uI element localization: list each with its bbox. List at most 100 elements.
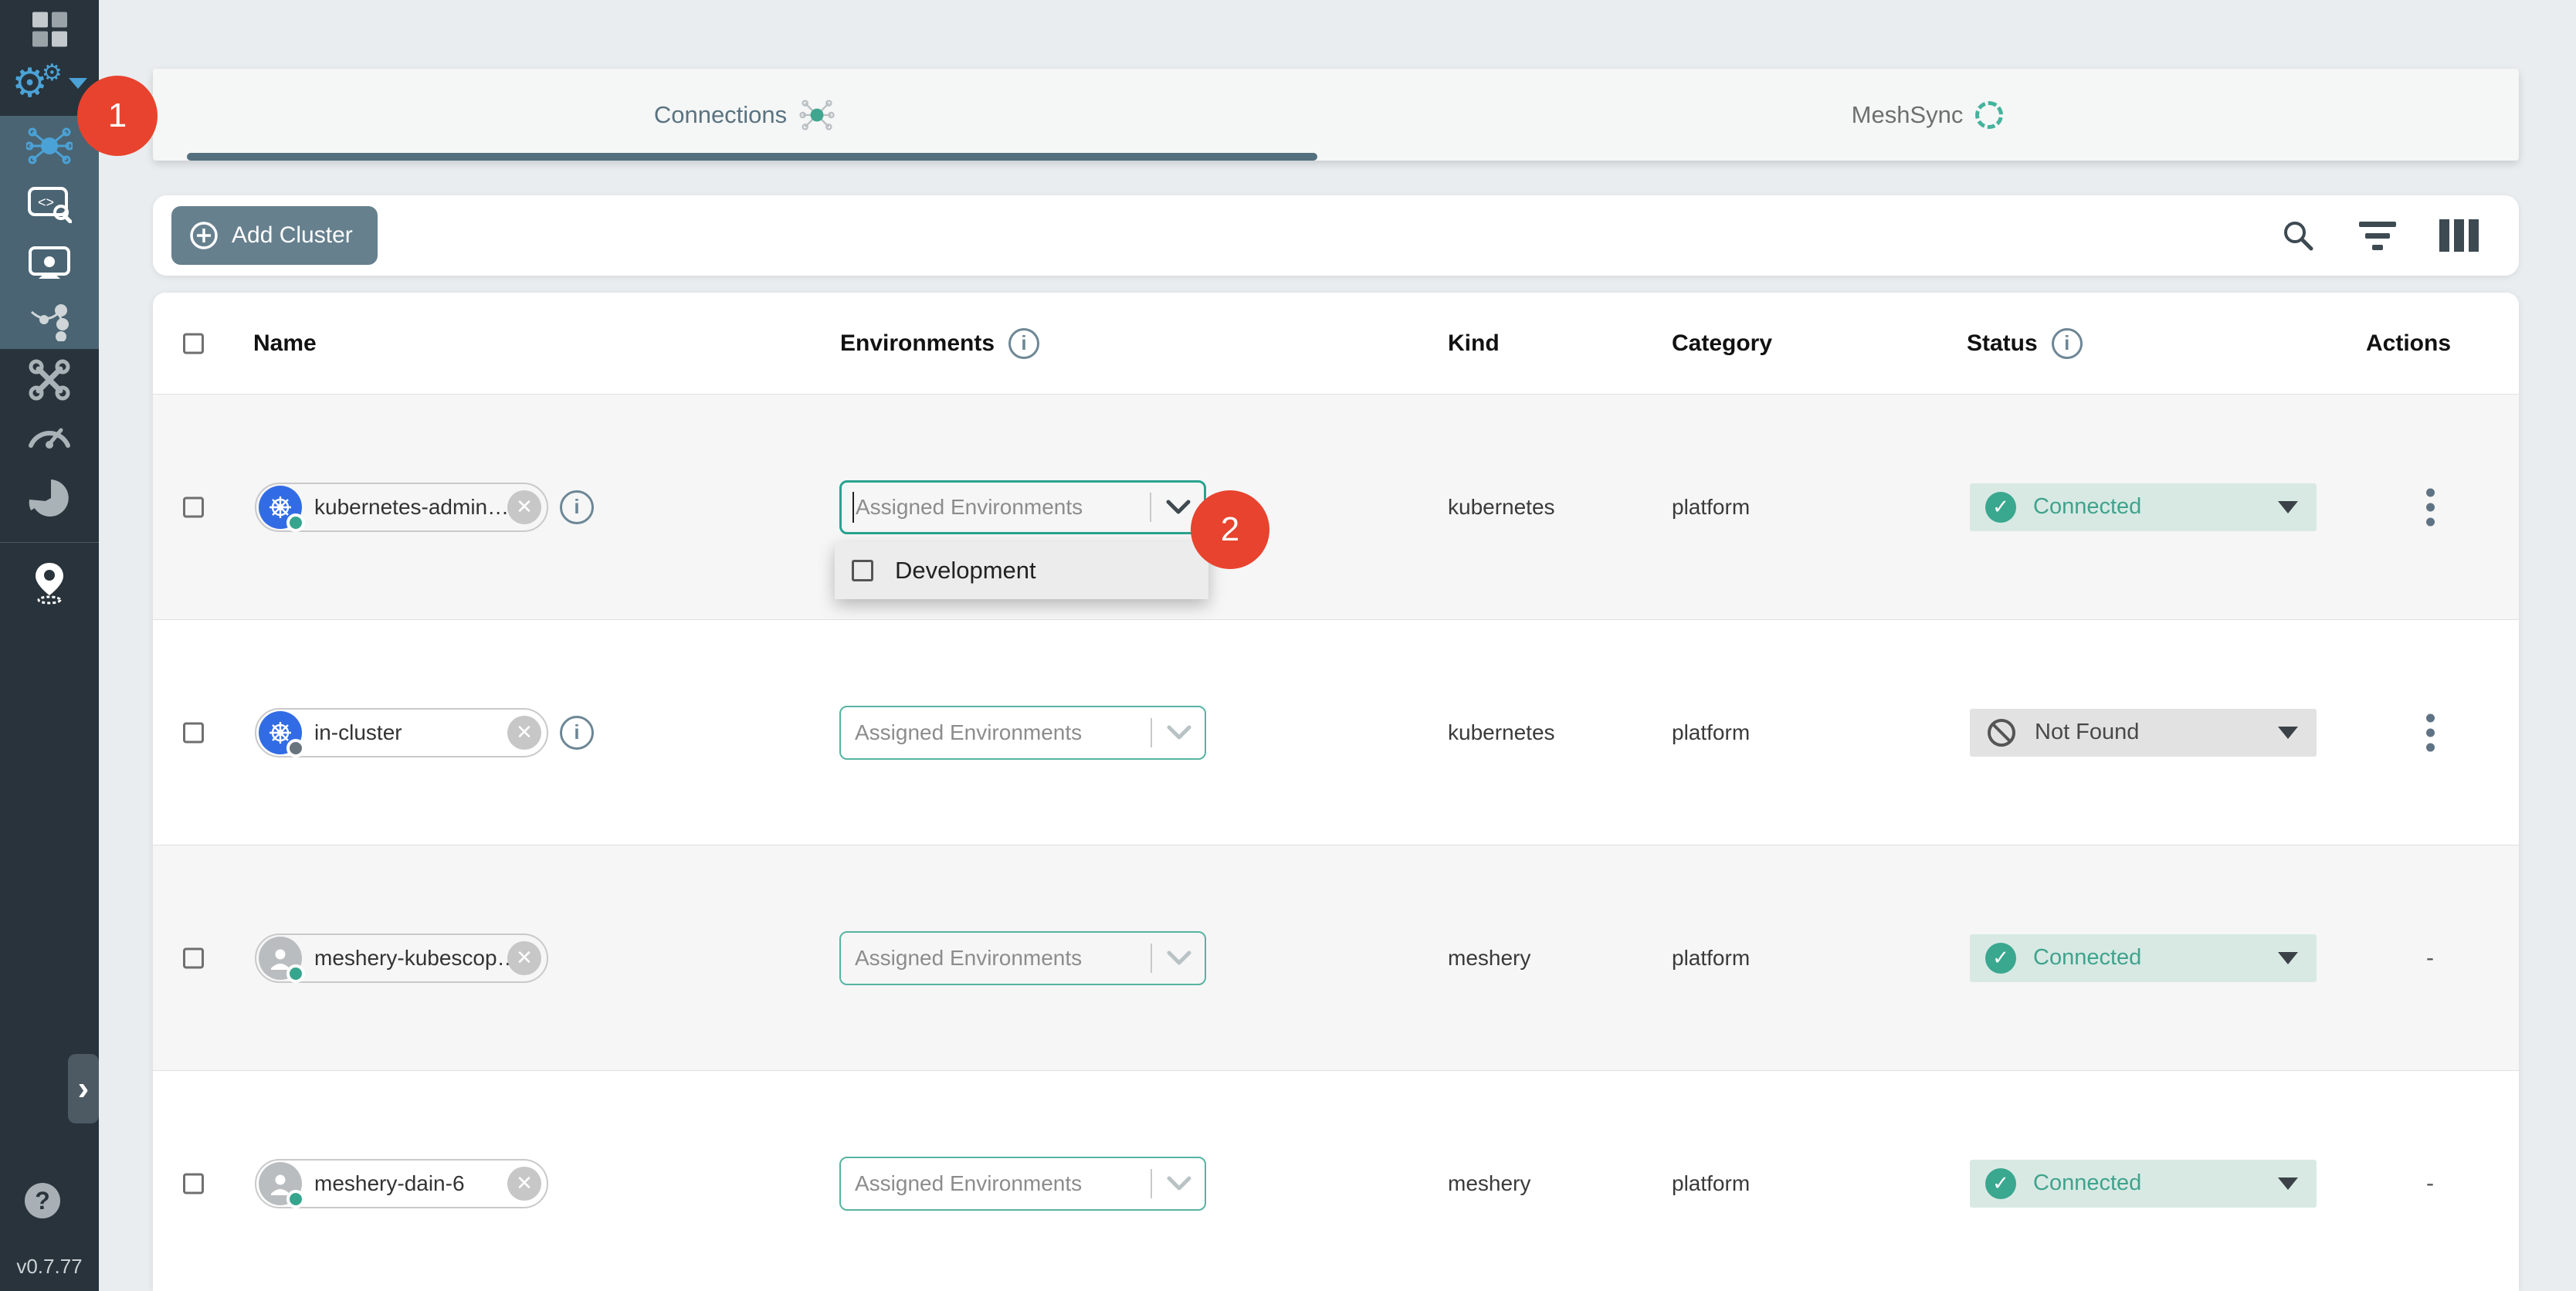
environments-select[interactable]: Assigned Environments	[839, 480, 1206, 534]
check-circle-icon: ✓	[1985, 1168, 2016, 1199]
caret-down-icon	[2278, 1177, 2298, 1190]
chevron-right-icon: ›	[78, 1069, 90, 1108]
info-icon[interactable]: i	[1008, 328, 1039, 359]
category-cell: platform	[1672, 495, 1750, 520]
remove-connection-button[interactable]: ✕	[507, 490, 541, 524]
status-select[interactable]: ✓ Connected	[1970, 1160, 2317, 1208]
sidebar-item-adapters[interactable]: <>	[0, 186, 99, 223]
add-cluster-label: Add Cluster	[232, 222, 353, 249]
map-pin-icon	[31, 561, 68, 605]
row-actions-menu-button[interactable]	[2422, 483, 2439, 530]
status-label: Connected	[2033, 945, 2141, 971]
connections-mesh-icon	[26, 123, 73, 169]
close-icon: ✕	[516, 720, 533, 744]
filter-icon[interactable]	[2359, 222, 2396, 250]
app-version: v0.7.77	[0, 1255, 99, 1279]
sidebar-item-location[interactable]	[0, 561, 99, 605]
dashboard-icon[interactable]	[0, 12, 99, 47]
connection-chip[interactable]: meshery-dain-6 ✕	[255, 1159, 548, 1208]
status-label: Not Found	[2035, 720, 2139, 745]
category-cell: platform	[1672, 1171, 1750, 1196]
table-row: meshery-dain-6 ✕ Assigned Environments m…	[153, 1071, 2519, 1291]
chevron-down-icon[interactable]	[1165, 499, 1191, 516]
sidebar: ⚙ ⚙ <>	[0, 0, 99, 1291]
status-select[interactable]: ✓ Connected	[1970, 934, 2317, 982]
connection-name: meshery-dain-6	[314, 1171, 465, 1196]
table-row: in-cluster ✕ i Assigned Environments kub…	[153, 620, 2519, 845]
remove-connection-button[interactable]: ✕	[507, 1167, 541, 1201]
mesh-icon	[799, 97, 835, 133]
status-dot	[286, 513, 305, 532]
tab-meshsync[interactable]: MeshSync	[1336, 69, 2519, 161]
status-label: Connected	[2033, 494, 2141, 520]
question-mark-icon: ?	[35, 1187, 50, 1215]
not-found-icon	[1985, 717, 2018, 749]
connection-chip[interactable]: meshery-kubescop… ✕	[255, 934, 548, 983]
help-button[interactable]: ?	[25, 1183, 60, 1218]
kind-cell: meshery	[1448, 946, 1530, 971]
environments-select[interactable]: Assigned Environments	[839, 706, 1206, 760]
close-icon: ✕	[516, 495, 533, 519]
chevron-down-icon[interactable]	[1166, 950, 1192, 967]
status-select[interactable]: Not Found	[1970, 709, 2317, 757]
chevron-down-icon	[69, 78, 87, 89]
status-label: Connected	[2033, 1171, 2141, 1196]
search-icon[interactable]	[2280, 218, 2316, 253]
toolbar-icons	[2280, 195, 2479, 276]
user-avatar-icon	[259, 937, 302, 980]
info-icon[interactable]: i	[2052, 328, 2083, 359]
sidebar-item-service-mesh[interactable]	[0, 301, 99, 341]
environments-select[interactable]: Assigned Environments	[839, 931, 1206, 985]
connection-info-icon[interactable]: i	[560, 490, 594, 524]
header-status: Status i	[1967, 328, 2083, 359]
tab-connections[interactable]: Connections	[153, 69, 1336, 161]
kind-cell: kubernetes	[1448, 495, 1555, 520]
branch-nodes-icon	[27, 301, 72, 341]
view-columns-icon[interactable]	[2439, 219, 2479, 252]
check-circle-icon: ✓	[1985, 492, 2016, 523]
table-header-row: Name Environments i Kind Category Status…	[153, 293, 2519, 395]
remove-connection-button[interactable]: ✕	[507, 941, 541, 975]
row-actions-menu-button[interactable]	[2422, 709, 2439, 756]
tab-bar: Connections MeshSync	[153, 69, 2519, 161]
close-icon: ✕	[516, 1171, 533, 1195]
connection-chip[interactable]: kubernetes-admin… ✕	[255, 483, 548, 532]
header-environments: Environments i	[840, 328, 1039, 359]
check-circle-icon: ✓	[1985, 943, 2016, 974]
environments-placeholder: Assigned Environments	[855, 946, 1082, 971]
environments-placeholder: Assigned Environments	[856, 495, 1083, 520]
tab-connections-label: Connections	[654, 101, 787, 129]
sidebar-item-performance[interactable]	[0, 421, 99, 449]
environments-dropdown-menu: Development	[835, 542, 1208, 599]
row-checkbox[interactable]	[183, 947, 204, 968]
svg-text:<>: <>	[38, 195, 54, 210]
add-cluster-button[interactable]: Add Cluster	[171, 206, 378, 265]
sidebar-item-configuration[interactable]	[0, 358, 99, 402]
annotation-badge-2: 2	[1191, 490, 1269, 569]
select-all-checkbox[interactable]	[183, 333, 204, 354]
status-select[interactable]: ✓ Connected	[1970, 483, 2317, 531]
sidebar-divider	[0, 542, 99, 543]
sidebar-item-workspaces[interactable]	[0, 245, 99, 282]
speedometer-icon	[27, 421, 72, 449]
screen-user-icon	[27, 245, 72, 282]
row-checkbox[interactable]	[183, 496, 204, 517]
remove-connection-button[interactable]: ✕	[507, 716, 541, 750]
connection-info-icon[interactable]: i	[560, 716, 594, 750]
chevron-down-icon[interactable]	[1166, 1175, 1192, 1192]
row-checkbox[interactable]	[183, 1173, 204, 1194]
sidebar-item-extensions[interactable]	[0, 478, 99, 518]
status-dot	[286, 739, 305, 757]
environments-select[interactable]: Assigned Environments	[839, 1157, 1206, 1211]
plus-circle-icon	[188, 220, 219, 251]
connection-chip[interactable]: in-cluster ✕	[255, 708, 548, 757]
kind-cell: meshery	[1448, 1171, 1530, 1196]
active-tab-indicator	[187, 153, 1317, 161]
option-checkbox[interactable]	[852, 560, 873, 581]
no-actions-placeholder: -	[2426, 945, 2434, 971]
dropdown-option-development[interactable]: Development	[895, 557, 1036, 585]
row-checkbox[interactable]	[183, 722, 204, 743]
sidebar-expand-button[interactable]: ›	[68, 1054, 99, 1123]
chevron-down-icon[interactable]	[1166, 724, 1192, 741]
header-actions: Actions	[2366, 330, 2451, 357]
